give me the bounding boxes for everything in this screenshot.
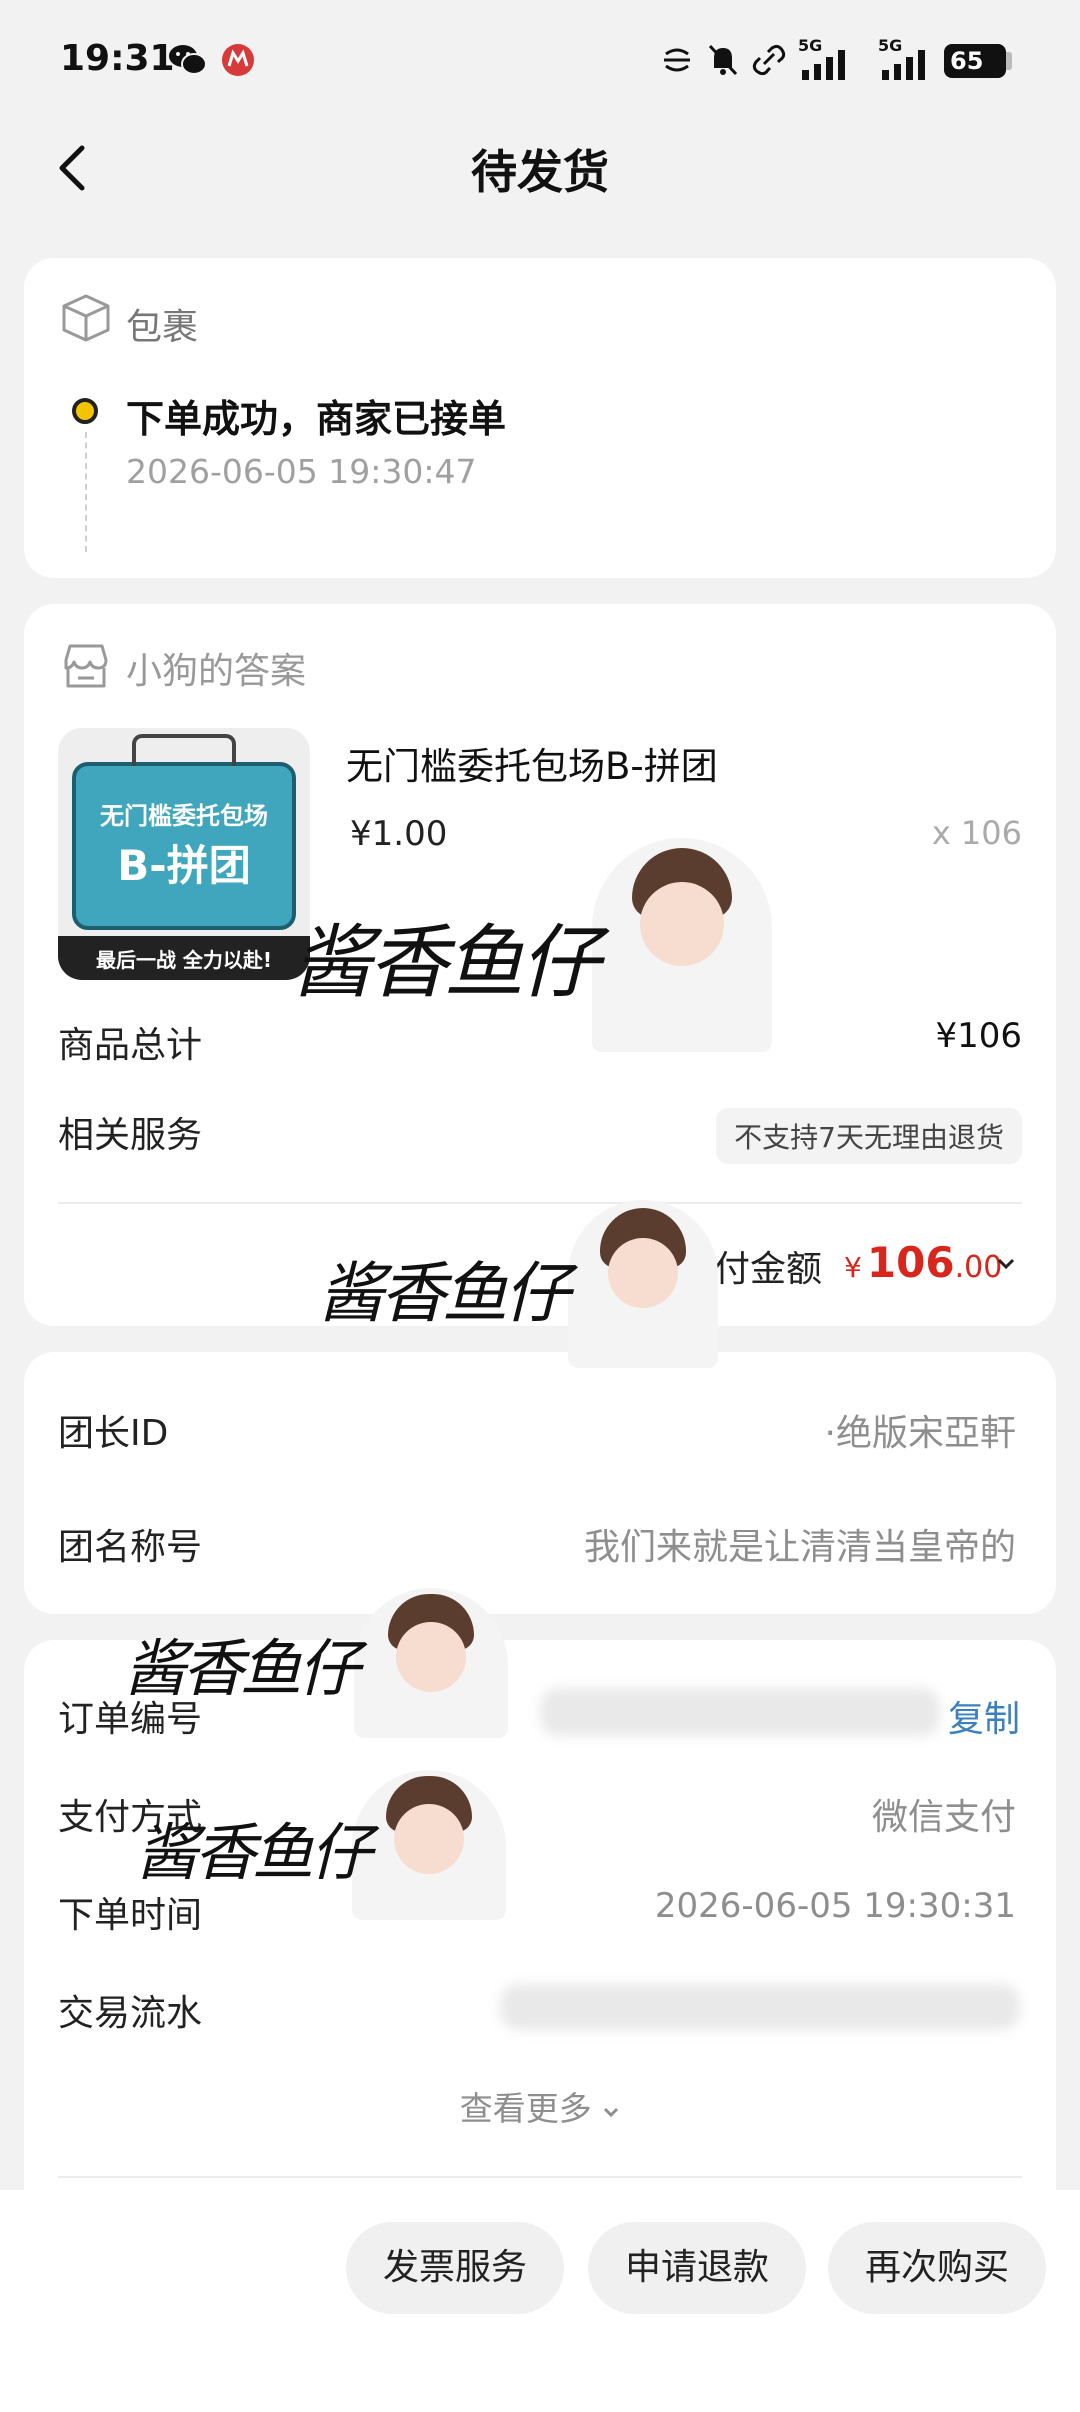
service-tag[interactable]: 不支持7天无理由退货 [716, 1108, 1022, 1164]
watermark-sticker: 酱香鱼仔 [318, 1200, 738, 1370]
invoice-button[interactable]: 发票服务 [346, 2222, 564, 2314]
product-qty: x 106 [931, 814, 1022, 852]
sticker-figure [568, 1200, 718, 1368]
leader-value: ·绝版宋亞軒 [824, 1413, 1016, 1454]
watermark-sticker: 酱香鱼仔 [124, 1588, 524, 1748]
paid-symbol: ¥ [844, 1251, 862, 1284]
paid-amount[interactable]: ¥ 106.00 [844, 1238, 1002, 1287]
wechat-icon [169, 45, 207, 75]
watermark-text: 酱香鱼仔 [292, 916, 600, 1009]
product-title[interactable]: 无门槛委托包场B-拼团 [346, 736, 718, 790]
status-time: 19:31 [60, 38, 175, 79]
package-title: 包裹 [126, 307, 199, 348]
rebuy-button[interactable]: 再次购买 [828, 2222, 1046, 2314]
page-title: 待发货 [471, 145, 609, 199]
chevron-down-icon[interactable] [996, 1256, 1016, 1272]
link-icon [752, 44, 786, 76]
view-more-button[interactable]: 查看更多 [0, 2082, 1080, 2130]
leader-label: 团长ID [58, 1413, 169, 1454]
signal-icon [882, 50, 925, 80]
package-icon [62, 294, 110, 342]
thumb-handle [132, 734, 236, 766]
watermark-text: 酱香鱼仔 [318, 1255, 570, 1332]
group-card [24, 1352, 1056, 1614]
divider [58, 2176, 1022, 2178]
order-number-value [540, 1688, 940, 1736]
mute-bell-icon [708, 44, 738, 76]
thumb-line2: B-拼团 [117, 841, 251, 890]
group-name-value: 我们来就是让清清当皇帝的 [583, 1527, 1016, 1568]
pay-method-value: 微信支付 [871, 1797, 1016, 1838]
watermark-sticker: 酱香鱼仔 [292, 838, 812, 1058]
package-status: 下单成功，商家已接单 [126, 397, 507, 441]
total-label: 商品总计 [58, 1025, 203, 1066]
sticker-figure [354, 1588, 508, 1738]
product-thumbnail[interactable]: 无门槛委托包场 B-拼团 最后一战 全力以赴! [58, 728, 310, 980]
battery-icon: 65 [944, 44, 1006, 78]
battery-level: 65 [950, 47, 984, 75]
chevron-down-icon [604, 2107, 619, 2118]
battery-tip [1006, 52, 1012, 70]
refund-button[interactable]: 申请退款 [588, 2222, 806, 2314]
timeline-line [85, 432, 87, 552]
trade-flow-label: 交易流水 [58, 1993, 203, 2034]
service-label: 相关服务 [58, 1115, 203, 1156]
thumb-line3: 最后一战 全力以赴! [95, 948, 273, 972]
signal-icon [802, 50, 845, 80]
shop-icon [64, 644, 108, 688]
shop-name[interactable]: 小狗的答案 [126, 642, 306, 694]
sticker-figure [352, 1770, 506, 1920]
copy-button[interactable]: 复制 [948, 1690, 1020, 1742]
paid-int: 106 [866, 1238, 955, 1287]
app-badge-icon [222, 44, 254, 76]
trade-flow-value [500, 1984, 1020, 2030]
watermark-sticker: 酱香鱼仔 [136, 1770, 536, 1930]
watermark-text: 酱香鱼仔 [124, 1632, 360, 1705]
group-name-label: 团名称号 [58, 1527, 203, 1568]
watermark-text: 酱香鱼仔 [136, 1816, 372, 1889]
thumb-line1: 无门槛委托包场 [100, 802, 268, 830]
order-time-value: 2026-06-05 19:30:31 [654, 1886, 1016, 1926]
package-time: 2026-06-05 19:30:47 [126, 452, 477, 491]
timeline-dot [72, 398, 98, 424]
flash-icon [664, 48, 690, 72]
total-value: ¥106 [935, 1016, 1022, 1056]
view-more-label: 查看更多 [459, 2089, 592, 2128]
sticker-figure [592, 838, 772, 1052]
